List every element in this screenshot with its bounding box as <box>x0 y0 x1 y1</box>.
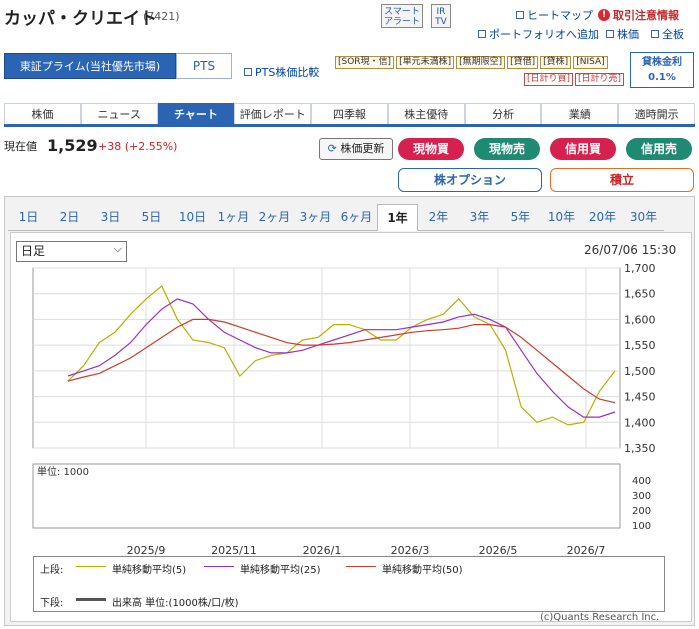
tab-price[interactable]: 株価 <box>4 103 81 124</box>
stock-option-button[interactable]: 株オプション <box>398 168 542 192</box>
period-tab-5[interactable]: 1ヶ月 <box>213 204 254 231</box>
feature-badges-row1: [SOR現・信] [単元未満株] [無期限空] [貸借] [貸株] [NISA] <box>335 56 608 69</box>
price-tick-label: 1,550 <box>624 339 656 352</box>
period-tab-15[interactable]: 30年 <box>623 204 664 231</box>
period-tab-6[interactable]: 2ヶ月 <box>254 204 295 231</box>
current-price: 1,529 <box>47 136 98 155</box>
period-tab-8[interactable]: 6ヶ月 <box>336 204 377 231</box>
legend-upper-label: 上段: <box>40 565 64 576</box>
legend-swatch-volume <box>76 598 106 601</box>
legend-volume: 出来高 単位:(1000株/口/枚) <box>112 598 239 609</box>
legend-lower-label: 下段: <box>40 598 64 609</box>
period-tabs: 1日 2日 3日 5日 10日 1ヶ月 2ヶ月 3ヶ月 6ヶ月 1年 2年 3年 5年 10年 20年 30年 <box>8 204 664 231</box>
heatmap-link[interactable]: ヒートマップ <box>516 7 593 23</box>
price-tick-label: 1,650 <box>624 288 656 301</box>
period-tab-9[interactable]: 1年 <box>377 204 418 231</box>
tab-news[interactable]: ニュース <box>80 103 158 124</box>
window-icon <box>651 30 659 38</box>
period-tab-7[interactable]: 3ヶ月 <box>295 204 336 231</box>
stock-code: (7421) <box>143 10 180 23</box>
badge-day-buy: [日計り買] <box>524 73 574 86</box>
badge-taishaku: [貸借] <box>507 56 539 69</box>
tab-report[interactable]: 評価レポート <box>234 103 312 124</box>
window-icon <box>244 68 252 76</box>
period-tab-11[interactable]: 3年 <box>459 204 500 231</box>
volume-unit-label: 単位: 1000 <box>37 465 89 478</box>
lending-rate-label: 貸株金利 <box>642 57 682 68</box>
volume-tick-label: 400 <box>632 476 651 487</box>
margin-sell-button[interactable]: 信用売 <box>626 138 692 160</box>
window-icon <box>516 11 524 19</box>
spot-sell-button[interactable]: 現物売 <box>474 138 540 160</box>
volume-plot-frame <box>32 463 621 529</box>
smart-alert-button[interactable]: スマート アラート <box>381 4 423 28</box>
volume-tick-label: 200 <box>632 506 651 517</box>
tab-earnings[interactable]: 業績 <box>541 103 619 124</box>
price-label: 現在値 <box>4 140 37 153</box>
volume-tick-label: 100 <box>632 521 651 532</box>
badge-kashikabu: [貸株] <box>540 56 572 69</box>
price-update-button[interactable]: ⟳ 株価更新 <box>319 138 393 160</box>
legend-ma50: 単純移動平均(50) <box>382 565 463 576</box>
period-tab-0[interactable]: 1日 <box>8 204 49 231</box>
tab-benefits[interactable]: 株主優待 <box>387 103 465 124</box>
legend-swatch-ma50 <box>346 566 376 567</box>
main-tabs: 株価 ニュース チャート 評価レポート 四季報 株主優待 分析 業績 適時開示 <box>4 103 696 127</box>
period-tab-10[interactable]: 2年 <box>418 204 459 231</box>
market-selected-tab[interactable]: 東証プライム(当社優先市場) <box>4 53 176 79</box>
badge-day-sell: [日計り売] <box>575 73 625 86</box>
lending-rate-box: 貸株金利 0.1% <box>630 52 694 88</box>
price-tick-label: 1,400 <box>624 416 656 429</box>
portfolio-add-link[interactable]: ポートフォリオへ追加 <box>478 26 599 42</box>
price-tick-label: 1,700 <box>624 262 656 275</box>
margin-buy-button[interactable]: 信用買 <box>550 138 616 160</box>
tab-disclosure[interactable]: 適時開示 <box>618 103 696 124</box>
badge-odd-lot: [単元未満株] <box>396 56 455 69</box>
spot-buy-button[interactable]: 現物買 <box>398 138 464 160</box>
refresh-icon: ⟳ <box>327 142 337 155</box>
legend-ma5: 単純移動平均(5) <box>112 565 187 576</box>
caution-link[interactable]: ! 取引注意情報 <box>598 7 679 23</box>
pts-compare-link[interactable]: PTS株価比較 <box>244 64 319 80</box>
feature-badges-row2: [日計り買] [日計り売] <box>524 73 625 86</box>
tab-analysis[interactable]: 分析 <box>464 103 542 124</box>
all-board-link[interactable]: 全板 <box>651 26 684 42</box>
market-pts-tab[interactable]: PTS <box>176 53 232 79</box>
legend-swatch-ma25 <box>204 566 234 567</box>
period-tab-1[interactable]: 2日 <box>49 204 90 231</box>
warning-icon: ! <box>598 9 610 21</box>
price-tick-label: 1,500 <box>624 365 656 378</box>
tsumitate-button[interactable]: 積立 <box>550 168 694 192</box>
badge-nisa: [NISA] <box>573 56 608 69</box>
price-tick-label: 1,350 <box>624 442 656 455</box>
period-tab-3[interactable]: 5日 <box>131 204 172 231</box>
price-tick-label: 1,450 <box>624 391 656 404</box>
legend-ma25: 単純移動平均(25) <box>240 565 321 576</box>
volume-tick-label: 300 <box>632 491 651 502</box>
tab-chart[interactable]: チャート <box>157 103 235 124</box>
period-tab-12[interactable]: 5年 <box>500 204 541 231</box>
window-icon <box>606 30 614 38</box>
page-title: カッパ・クリエイト <box>4 9 157 29</box>
legend-swatch-ma5 <box>76 566 106 567</box>
period-tab-2[interactable]: 3日 <box>90 204 131 231</box>
copyright: (c)Quants Research Inc. <box>540 612 660 623</box>
ir-tv-button[interactable]: IR TV <box>431 4 451 28</box>
price-tick-label: 1,600 <box>624 313 656 326</box>
portfolio-icon <box>478 30 486 38</box>
badge-unlimited-short: [無期限空] <box>456 56 506 69</box>
period-tab-14[interactable]: 20年 <box>582 204 623 231</box>
price-change: +38 (+2.55%) <box>98 140 178 153</box>
badge-sor: [SOR現・信] <box>335 56 395 69</box>
price-plot-frame <box>32 267 621 449</box>
stock-price-link[interactable]: 株価 <box>606 26 639 42</box>
period-tab-13[interactable]: 10年 <box>541 204 582 231</box>
tab-shikiho[interactable]: 四季報 <box>311 103 388 124</box>
lending-rate-value: 0.1% <box>648 72 676 83</box>
period-tab-4[interactable]: 10日 <box>172 204 213 231</box>
chart-legend: 上段: 単純移動平均(5) 単純移動平均(25) 単純移動平均(50) 下段: … <box>33 556 665 612</box>
